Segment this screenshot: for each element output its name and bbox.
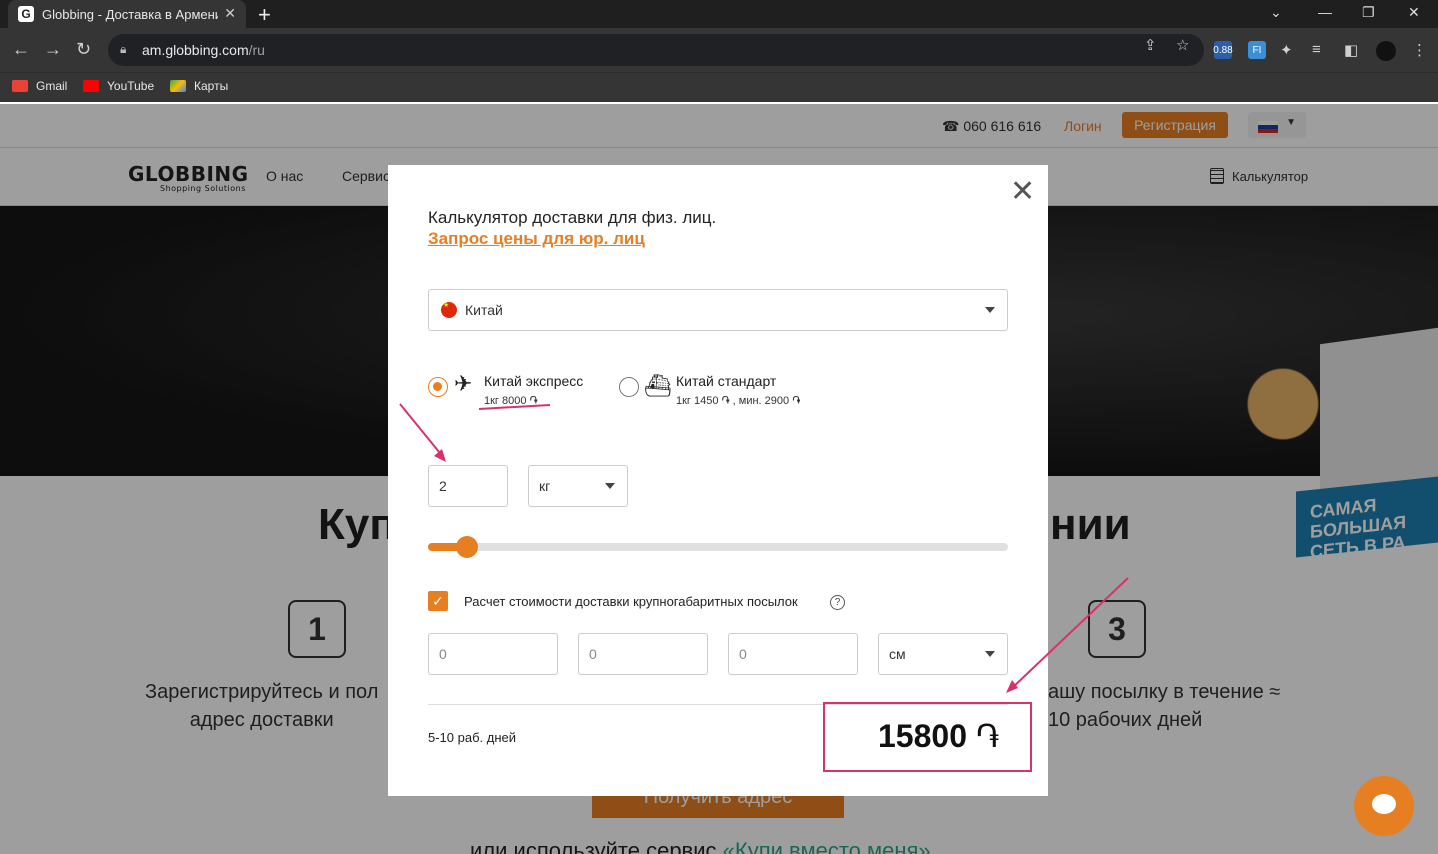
chevron-down-icon [985, 651, 995, 657]
side-panel-icon[interactable]: ◧ [1344, 41, 1358, 59]
oversize-label: Расчет стоимости доставки крупногабаритн… [464, 594, 798, 609]
option-express-name: Китай экспресс [484, 373, 584, 389]
airplane-icon: ✈ [454, 371, 473, 396]
maximize-icon[interactable]: ❐ [1362, 4, 1375, 21]
tab-close-icon[interactable]: ✕ [224, 5, 236, 22]
share-icon[interactable]: ⇪ [1144, 36, 1157, 54]
browser-toolbar: ← → ↻ 🔒︎ am.globbing.com/ru ⇪ ☆ 0.88 FI … [0, 28, 1438, 72]
weight-slider-handle[interactable] [455, 536, 478, 558]
legal-entity-price-link[interactable]: Запрос цены для юр. лиц [428, 229, 645, 249]
forward-icon[interactable]: → [44, 39, 62, 60]
youtube-icon [83, 80, 99, 92]
delivery-days: 5-10 раб. дней [428, 730, 517, 745]
annotation-highlight-box [823, 702, 1032, 772]
tab-search-icon[interactable]: ⌄ [1270, 4, 1282, 21]
extension-fi-icon[interactable]: FI [1248, 41, 1266, 59]
dimension-unit-value: см [889, 646, 906, 662]
chevron-down-icon [605, 483, 615, 489]
extension-badge-icon[interactable]: 0.88 [1213, 41, 1233, 59]
menu-kebab-icon[interactable]: ⋮ [1412, 41, 1427, 59]
lock-icon: 🔒︎ [120, 42, 127, 56]
tab-title: Globbing - Доставка в Армении [42, 6, 218, 22]
option-express-price: 1кг 8000 ֏ [484, 395, 538, 407]
country-value: Китай [465, 302, 503, 318]
country-select[interactable]: Китай [428, 289, 1008, 331]
browser-tab[interactable]: G Globbing - Доставка в Армении ✕ [8, 0, 246, 28]
back-icon[interactable]: ← [12, 39, 30, 60]
close-icon[interactable]: ✕ [1010, 177, 1035, 207]
bookmark-youtube[interactable]: YouTube [83, 79, 154, 93]
profile-avatar-icon[interactable] [1376, 41, 1396, 61]
chat-widget-icon[interactable] [1354, 776, 1414, 836]
option-standard-name: Китай стандарт [676, 373, 777, 389]
weight-input[interactable]: 2 [428, 465, 508, 507]
bookmark-label: YouTube [107, 79, 155, 93]
address-bar[interactable]: 🔒︎ am.globbing.com/ru [108, 34, 1204, 66]
gmail-icon [12, 80, 28, 92]
option-standard-radio[interactable] [619, 377, 639, 397]
bookmark-label: Gmail [36, 79, 68, 93]
length-input[interactable]: 0 [428, 633, 558, 675]
bookmarks-bar: Gmail YouTube Карты [0, 72, 1438, 102]
height-input[interactable]: 0 [728, 633, 858, 675]
chevron-down-icon [985, 307, 995, 313]
minimize-icon[interactable]: — [1318, 4, 1332, 20]
browser-tab-bar: G Globbing - Доставка в Армении ✕ + ⌄ — … [0, 0, 1438, 28]
media-control-icon[interactable]: ≡ [1312, 41, 1321, 58]
weight-slider-track[interactable] [428, 543, 1008, 551]
modal-title: Калькулятор доставки для физ. лиц. [428, 208, 717, 227]
china-flag-icon [441, 301, 457, 318]
bookmark-label: Карты [194, 79, 229, 93]
url-host: am.globbing.com [142, 42, 249, 58]
site-favicon-icon: G [18, 6, 34, 22]
weight-unit-select[interactable]: кг [528, 465, 628, 507]
url-path: /ru [248, 42, 265, 58]
ship-icon: ⛴ [644, 373, 672, 398]
option-standard-price: 1кг 1450 ֏ , мин. 2900 ֏ [676, 395, 801, 407]
help-icon[interactable]: ? [830, 595, 845, 610]
bookmark-maps[interactable]: Карты [170, 79, 228, 93]
width-input[interactable]: 0 [578, 633, 708, 675]
bookmark-gmail[interactable]: Gmail [12, 79, 67, 93]
new-tab-icon[interactable]: + [258, 2, 271, 28]
window-close-icon[interactable]: ✕ [1408, 4, 1420, 21]
bookmark-star-icon[interactable]: ☆ [1176, 36, 1189, 54]
dimension-unit-select[interactable]: см [878, 633, 1008, 675]
weight-unit-value: кг [539, 478, 551, 494]
extensions-puzzle-icon[interactable]: ✦ [1280, 41, 1293, 59]
reload-icon[interactable]: ↻ [76, 39, 91, 60]
maps-icon [170, 80, 186, 92]
oversize-checkbox[interactable]: ✓ [428, 591, 448, 611]
option-express-radio[interactable] [428, 377, 448, 397]
